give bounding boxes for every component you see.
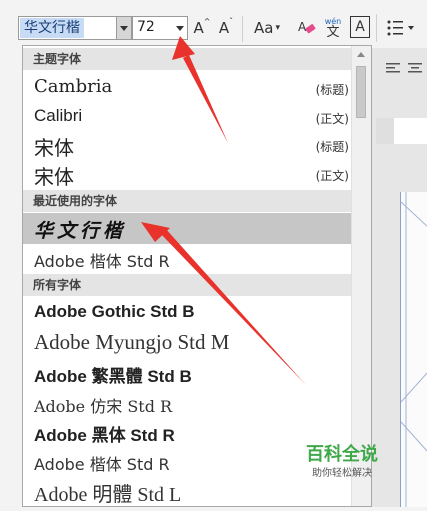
bulleted-list-icon [387,20,414,36]
font-item-name: Adobe Myungjo Std M [34,330,230,354]
font-item-cambria[interactable]: Cambria (标题) [23,72,353,102]
font-item-name: Adobe 楷体 Std R [34,455,170,474]
bullets-button[interactable] [384,14,420,42]
font-item-adobe-kaiti-recent[interactable]: Adobe 楷体 Std R [23,244,353,271]
font-item-songti-body[interactable]: 宋体 (正文) [23,159,353,189]
font-item-songti-heading[interactable]: 宋体 (标题) [23,130,353,160]
font-item-name: Cambria [34,76,113,97]
font-item-name: Adobe 繁黑體 Std B [34,367,192,386]
change-case-icon: Aa [254,19,274,37]
character-border-button[interactable]: A [350,16,370,38]
font-name-combobox[interactable]: 华文行楷 [18,16,132,40]
font-item-huawen-xingkai[interactable]: 华文行楷 [23,213,353,244]
phonetic-guide-button[interactable]: wén 文 [322,14,344,42]
shrink-font-icon: A [218,19,230,37]
phonetic-guide-char: 文 [326,24,340,40]
font-item-tag: (标题) [315,83,349,97]
font-size-combobox[interactable]: 72 [132,16,188,40]
chevron-down-icon [176,26,184,31]
ribbon-divider [242,16,243,42]
font-item-name: 宋体 [34,165,74,189]
font-item-adobe-myungjo[interactable]: Adobe Myungjo Std M [23,328,353,358]
eraser-icon: A [298,20,316,34]
character-border-icon: A [355,19,365,35]
font-item-tag: (正文) [315,112,349,126]
change-case-button[interactable]: Aa ▾ [250,14,284,42]
page-lines [400,192,427,507]
shrink-font-button[interactable]: Aˇ [216,14,236,42]
font-dropdown-list[interactable]: 主题字体 Cambria (标题) Calibri (正文) 宋体 (标题) 宋… [22,45,372,507]
align-center-icon[interactable] [408,60,422,79]
svg-text:A: A [298,20,307,34]
dropdown-scrollbar[interactable] [351,46,371,506]
font-item-name: Adobe Gothic Std B [34,302,195,321]
grow-font-icon: A [193,19,204,37]
font-name-value[interactable]: 华文行楷 [20,18,84,38]
font-item-name: 华文行楷 [34,220,127,242]
recent-fonts-header: 最近使用的字体 [23,190,353,212]
font-item-name: Adobe 明體 Std L [34,484,182,506]
document-page[interactable] [400,192,427,507]
font-size-value[interactable]: 72 [137,19,155,35]
font-item-name: Calibri [34,106,83,125]
font-item-tag: (正文) [315,169,349,183]
font-item-calibri[interactable]: Calibri (正文) [23,102,353,130]
scroll-up-icon[interactable] [357,52,365,57]
grow-font-button[interactable]: A ^ [192,14,212,42]
home-ribbon: 华文行楷 72 A ^ Aˇ Aa ▾ A wén 文 A [0,0,427,48]
font-item-name: Adobe 楷体 Std R [34,252,170,271]
font-item-name: Adobe 黑体 Std R [34,426,175,445]
font-item-adobe-gothic[interactable]: Adobe Gothic Std B [23,298,353,328]
align-left-icon[interactable] [386,60,400,79]
font-item-tag: (标题) [315,140,349,154]
all-fonts-header: 所有字体 [23,274,353,296]
font-item-adobe-fanheiti[interactable]: Adobe 繁黑體 Std B [23,358,353,388]
chevron-down-icon [120,26,128,31]
watermark-title: 百科全说 [306,444,378,465]
horizontal-ruler [376,118,427,144]
font-item-name: 宋体 [34,136,74,160]
watermark-subtitle: 助你轻松解决 [312,468,372,479]
clear-formatting-button[interactable]: A [296,14,318,42]
scrollbar-thumb[interactable] [356,66,366,118]
font-item-name: Adobe 仿宋 Std R [34,397,173,416]
theme-fonts-header: 主题字体 [23,48,353,70]
baike-watermark-logo: 百科全说 助你轻松解决 [300,440,390,480]
font-name-dropdown-button[interactable] [116,17,131,39]
ribbon-divider [376,14,377,42]
font-size-dropdown-button[interactable] [173,17,187,39]
font-item-adobe-fangsong[interactable]: Adobe 仿宋 Std R [23,388,353,417]
